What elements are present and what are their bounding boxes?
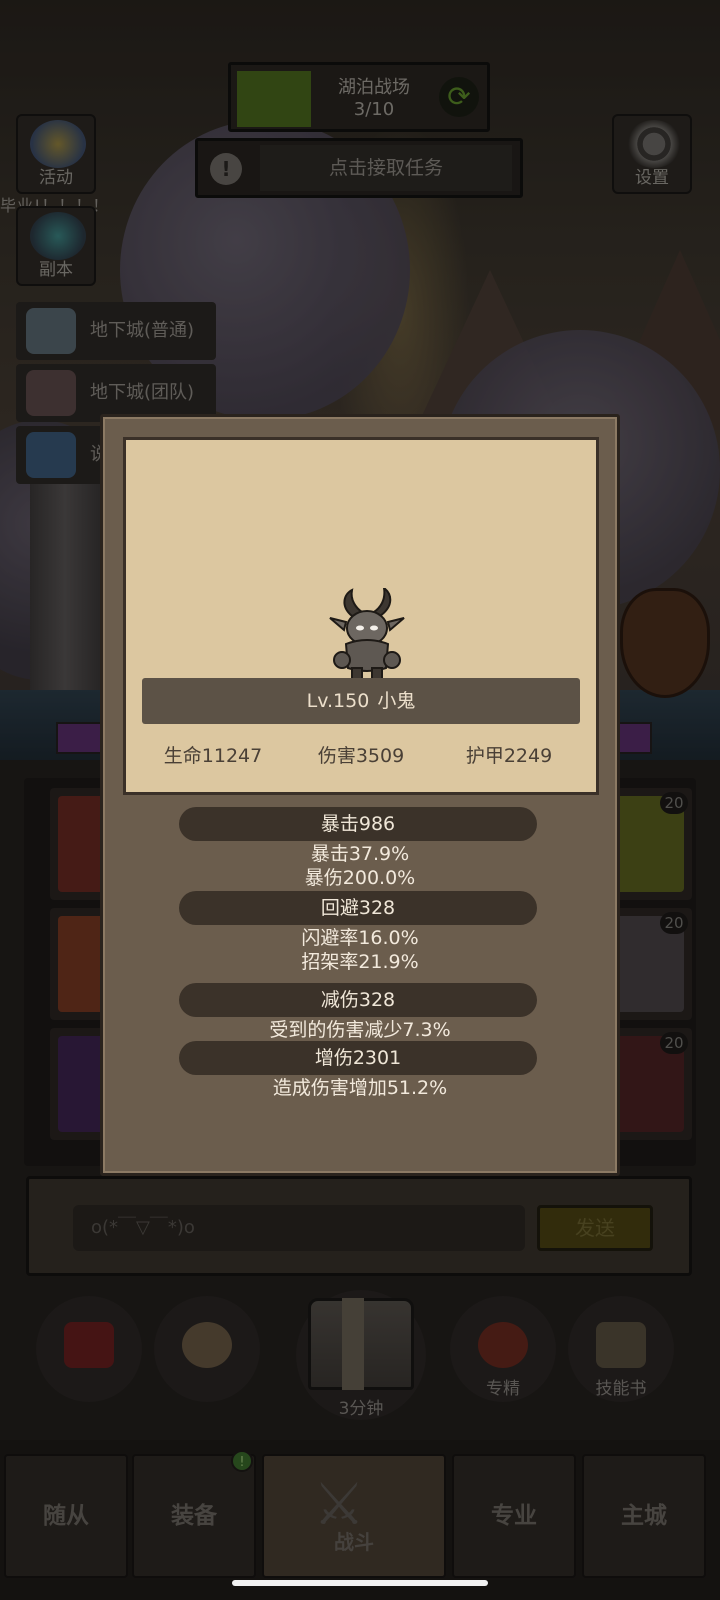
section-crit-line: 暴伤200.0% — [304, 867, 416, 889]
monster-name-bar: Lv.150 小鬼 — [142, 678, 580, 724]
section-crit-line: 暴击37.9% — [310, 843, 410, 865]
stat-armor: 护甲2249 — [434, 736, 584, 776]
stat-hp: 生命11247 — [138, 736, 288, 776]
section-reduction-line: 受到的伤害减少7.3% — [269, 1019, 451, 1041]
monster-base-stats: 生命11247 伤害3509 护甲2249 — [126, 736, 596, 776]
card-corner — [589, 437, 599, 447]
section-evasion-header: 回避328 — [179, 891, 537, 925]
section-evasion-line: 闪避率16.0% — [301, 927, 419, 949]
stat-hp-label: 生命 — [163, 745, 202, 767]
imp-monster-sprite — [329, 588, 405, 683]
section-crit-header: 暴击986 — [179, 807, 537, 841]
monster-level: Lv.150 — [306, 690, 370, 712]
stat-hp-value: 11247 — [201, 745, 263, 767]
card-corner — [123, 785, 133, 795]
stat-damage-label: 伤害 — [317, 745, 356, 767]
monster-portrait-card: Lv.150 小鬼 生命11247 伤害3509 护甲2249 — [123, 437, 599, 795]
home-indicator[interactable] — [232, 1580, 488, 1586]
stat-damage-value: 3509 — [355, 745, 405, 767]
monster-info-dialog: Lv.150 小鬼 生命11247 伤害3509 护甲2249 暴击986 暴击3… — [100, 414, 620, 1176]
card-corner — [123, 437, 133, 447]
section-bonus-damage-line: 造成伤害增加51.2% — [272, 1077, 448, 1099]
stat-armor-value: 2249 — [503, 745, 553, 767]
stat-armor-label: 护甲 — [465, 745, 504, 767]
card-corner — [589, 785, 599, 795]
stat-damage: 伤害3509 — [286, 736, 436, 776]
section-evasion-line: 招架率21.9% — [301, 951, 419, 973]
monster-name: 小鬼 — [377, 690, 416, 712]
section-reduction-header: 减伤328 — [179, 983, 537, 1017]
section-bonus-damage-header: 增伤2301 — [179, 1041, 537, 1075]
